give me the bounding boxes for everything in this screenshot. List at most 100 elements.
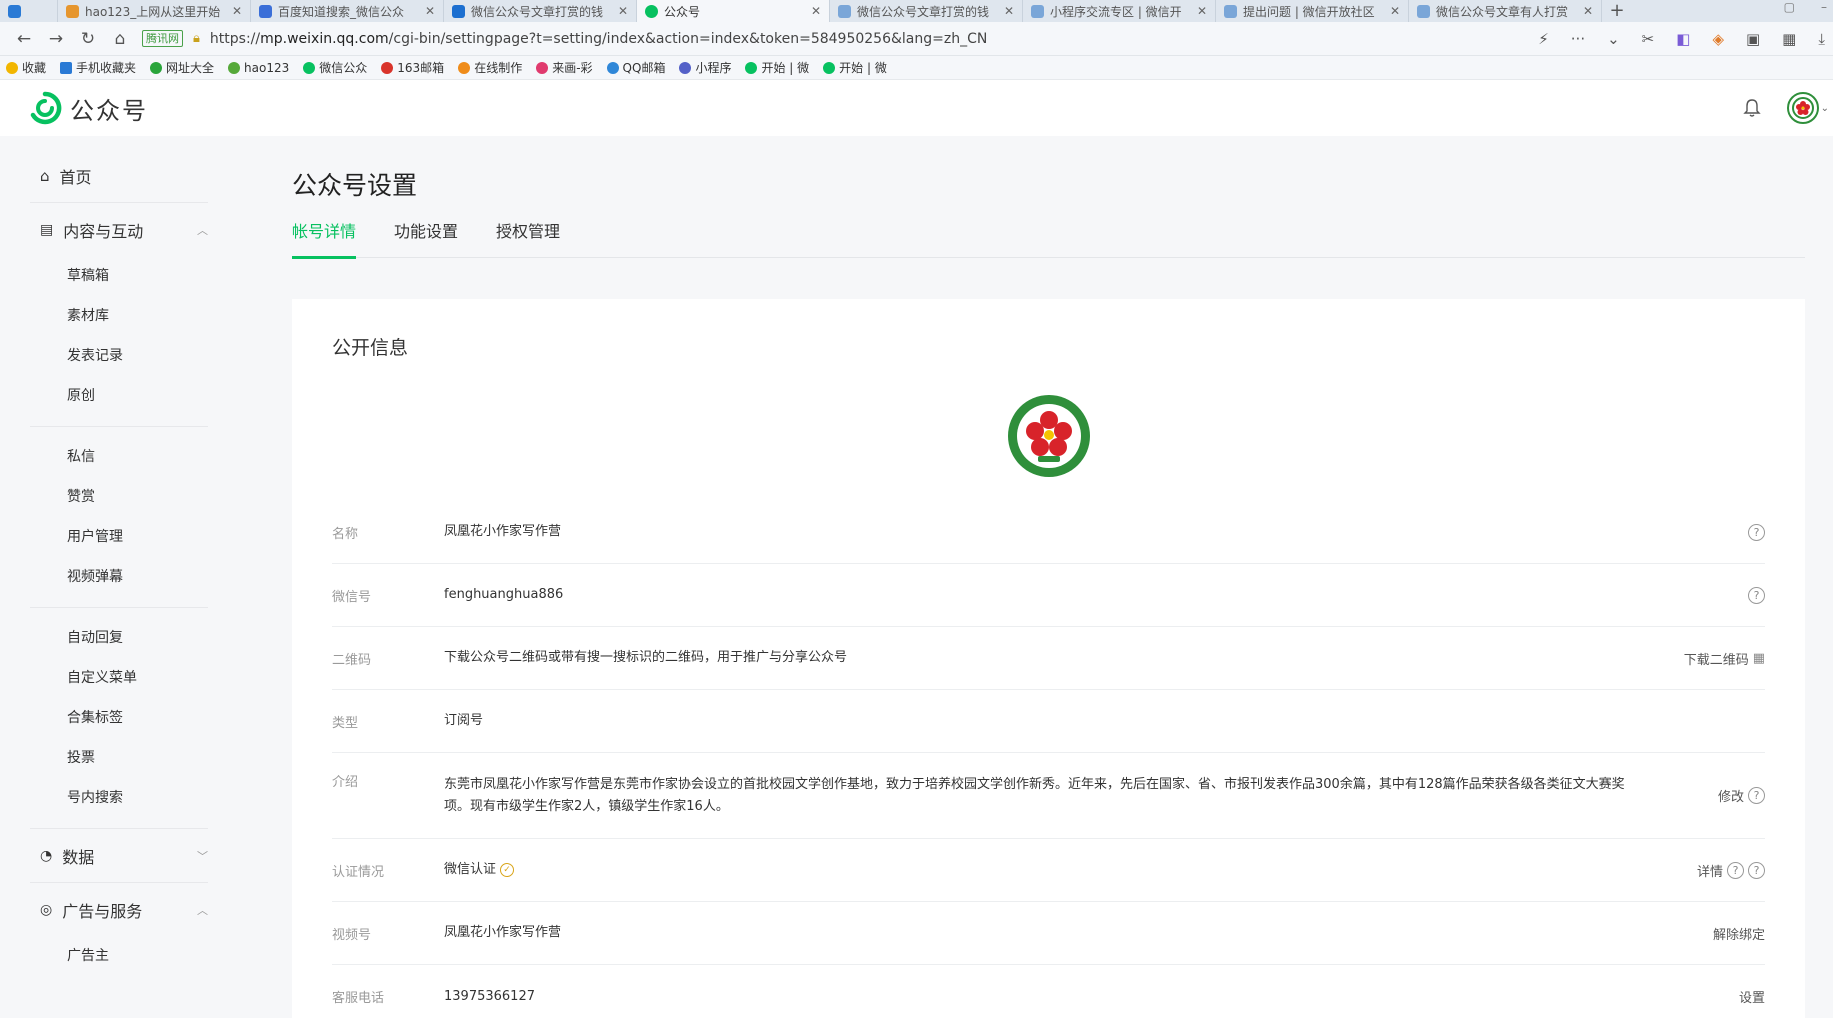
help-icon[interactable]: ? <box>1748 586 1765 604</box>
more-icon[interactable]: ··· <box>1571 30 1585 48</box>
browser-tab[interactable] <box>0 0 58 22</box>
bookmark-label: hao123 <box>244 60 290 75</box>
sidebar-item-vote[interactable]: 投票 <box>30 738 208 778</box>
restore-icon[interactable]: ▢ <box>1784 0 1795 14</box>
sidebar-item-label: 首页 <box>59 168 92 187</box>
browser-tab[interactable]: 微信公众号文章有人打赏 ✕ <box>1409 0 1602 22</box>
close-icon[interactable]: ✕ <box>1583 4 1593 18</box>
sidebar-item-materials[interactable]: 素材库 <box>30 296 208 336</box>
sidebar-item-in-account-search[interactable]: 号内搜索 <box>30 778 208 818</box>
sidebar-item-advertiser[interactable]: 广告主 <box>30 936 208 976</box>
close-icon[interactable]: ✕ <box>811 4 821 18</box>
info-row-channels: 视频号 凤凰花小作家写作营 解除绑定 <box>332 902 1765 965</box>
sidebar-item-custom-menu[interactable]: 自定义菜单 <box>30 658 208 698</box>
brand-name: 公众号 <box>70 96 148 125</box>
sidebar-item-drafts[interactable]: 草稿箱 <box>30 256 208 296</box>
sidebar-group-ads[interactable]: ◎ 广告与服务 ︿ <box>30 882 208 936</box>
bookmarks-bar: 收藏 手机收藏夹 网址大全 hao123 微信公众 163邮箱 在线制作 来画-… <box>0 56 1833 80</box>
section-title: 公开信息 <box>332 337 409 359</box>
lightning-icon[interactable]: ⚡︎ <box>1538 30 1549 48</box>
tab-favicon <box>1417 4 1430 18</box>
minimize-icon[interactable]: – <box>1821 0 1827 14</box>
account-type-value: 订阅号 <box>444 713 484 728</box>
sidebar-item-publish-records[interactable]: 发表记录 <box>30 336 208 376</box>
bookmark-item[interactable]: 手机收藏夹 <box>60 59 136 76</box>
browser-tab[interactable]: 百度知道搜索_微信公众 ✕ <box>251 0 444 22</box>
help-icon[interactable]: ? <box>1748 523 1765 541</box>
bookmark-item[interactable]: QQ邮箱 <box>606 59 665 76</box>
browser-tab[interactable]: 微信公众号文章打赏的钱 ✕ <box>830 0 1023 22</box>
bookmark-item[interactable]: 来画-彩 <box>536 59 593 76</box>
chevron-down-icon[interactable]: ⌄ <box>1607 30 1620 48</box>
download-qrcode-link[interactable]: 下载二维码 ▦ <box>1684 649 1765 668</box>
sidebar-item-users[interactable]: 用户管理 <box>30 517 208 557</box>
lock-icon[interactable]: 🔒︎ <box>193 31 200 46</box>
game-icon[interactable]: ◈ <box>1712 30 1724 48</box>
sidebar-group-data[interactable]: ◔ 数据 ﹀ <box>30 828 208 882</box>
bell-icon[interactable] <box>1741 97 1763 119</box>
bookmark-item[interactable]: 163邮箱 <box>381 59 444 76</box>
home-icon[interactable]: ⌂ <box>104 29 136 49</box>
bookmark-item[interactable]: 开始 | 微 <box>745 59 809 76</box>
download-icon[interactable]: ⤓ <box>1818 30 1825 48</box>
bookmark-label: 163邮箱 <box>397 61 445 75</box>
bookmark-item[interactable]: 小程序 <box>679 59 731 76</box>
set-phone-link[interactable]: 设置 <box>1739 987 1765 1006</box>
browser-toolbar: ⚡︎ ··· ⌄ ✂ ◧ ◈ ▣ ▦ ⤓ <box>1538 30 1825 48</box>
close-icon[interactable]: ✕ <box>618 4 628 18</box>
help-icon[interactable]: ? <box>1748 861 1765 879</box>
verified-check-icon: ✓ <box>500 863 515 877</box>
sidebar-item-collection-tags[interactable]: 合集标签 <box>30 698 208 738</box>
tab-feature-settings[interactable]: 功能设置 <box>394 215 458 258</box>
verification-details-link[interactable]: 详情 <box>1697 861 1723 880</box>
avatar[interactable] <box>1786 92 1819 124</box>
bookmark-item[interactable]: 开始 | 微 <box>823 59 887 76</box>
tab-authorization[interactable]: 授权管理 <box>496 215 560 258</box>
browser-tab[interactable]: 小程序交流专区 | 微信开 ✕ <box>1023 0 1216 22</box>
refresh-icon[interactable]: ↻ <box>72 29 104 49</box>
divider <box>30 607 208 608</box>
edit-intro-link[interactable]: 修改 <box>1718 786 1744 805</box>
extension-icon[interactable]: ◧ <box>1676 30 1690 48</box>
close-icon[interactable]: ✕ <box>425 4 435 18</box>
forward-arrow-icon[interactable]: → <box>40 29 72 49</box>
sidebar-item-auto-reply[interactable]: 自动回复 <box>30 618 208 658</box>
sidebar-item-messages[interactable]: 私信 <box>30 437 208 477</box>
back-arrow-icon[interactable]: ← <box>8 29 40 49</box>
bookmark-item[interactable]: hao123 <box>228 61 289 75</box>
close-icon[interactable]: ✕ <box>232 4 242 18</box>
close-icon[interactable]: ✕ <box>1004 4 1014 18</box>
qrcode-description: 下载公众号二维码或带有搜一搜标识的二维码，用于推广与分享公众号 <box>444 650 848 665</box>
compass-icon: ◎ <box>40 901 53 918</box>
help-icon[interactable]: ? <box>1727 861 1744 879</box>
browser-tab[interactable]: 微信公众号文章打赏的钱 ✕ <box>444 0 637 22</box>
help-icon[interactable]: ? <box>1748 787 1765 804</box>
sidebar-item-home[interactable]: ⌂ 首页 <box>30 150 208 202</box>
brand-logo[interactable]: 公众号 <box>28 91 148 126</box>
window-icon[interactable]: ▣ <box>1746 30 1760 48</box>
url-field[interactable]: 腾讯网 🔒︎ https://mp.weixin.qq.com/cgi-bin/… <box>142 26 1538 52</box>
sidebar-item-video-comments[interactable]: 视频弹幕 <box>30 557 208 597</box>
grid-icon[interactable]: ▦ <box>1782 30 1796 48</box>
unbind-channels-link[interactable]: 解除绑定 <box>1713 924 1765 943</box>
close-icon[interactable]: ✕ <box>1390 4 1400 18</box>
bookmark-item[interactable]: 网址大全 <box>150 59 214 76</box>
row-label: 类型 <box>332 715 359 731</box>
sidebar-group-content[interactable]: ▤ 内容与互动 ︿ <box>30 202 208 256</box>
browser-tab-active[interactable]: 公众号 ✕ <box>637 0 830 22</box>
chevron-down-icon[interactable]: ⌄ <box>1821 103 1829 114</box>
sidebar-item-original[interactable]: 原创 <box>30 376 208 416</box>
bookmark-item[interactable]: 微信公众 <box>303 59 367 76</box>
browser-tab[interactable]: hao123_上网从这里开始 ✕ <box>58 0 251 22</box>
close-icon[interactable]: ✕ <box>1197 4 1207 18</box>
bookmark-favicon <box>150 61 163 74</box>
bookmark-item[interactable]: 在线制作 <box>458 59 522 76</box>
scissors-icon[interactable]: ✂ <box>1642 30 1655 48</box>
security-badge[interactable]: 腾讯网 <box>142 30 183 47</box>
bookmark-item[interactable]: 收藏 <box>6 59 46 76</box>
new-tab-button[interactable]: + <box>1602 0 1632 22</box>
sidebar-item-rewards[interactable]: 赞赏 <box>30 477 208 517</box>
home-icon: ⌂ <box>40 167 50 185</box>
browser-tab[interactable]: 提出问题 | 微信开放社区 ✕ <box>1216 0 1409 22</box>
tab-account-details[interactable]: 帐号详情 <box>292 215 357 259</box>
